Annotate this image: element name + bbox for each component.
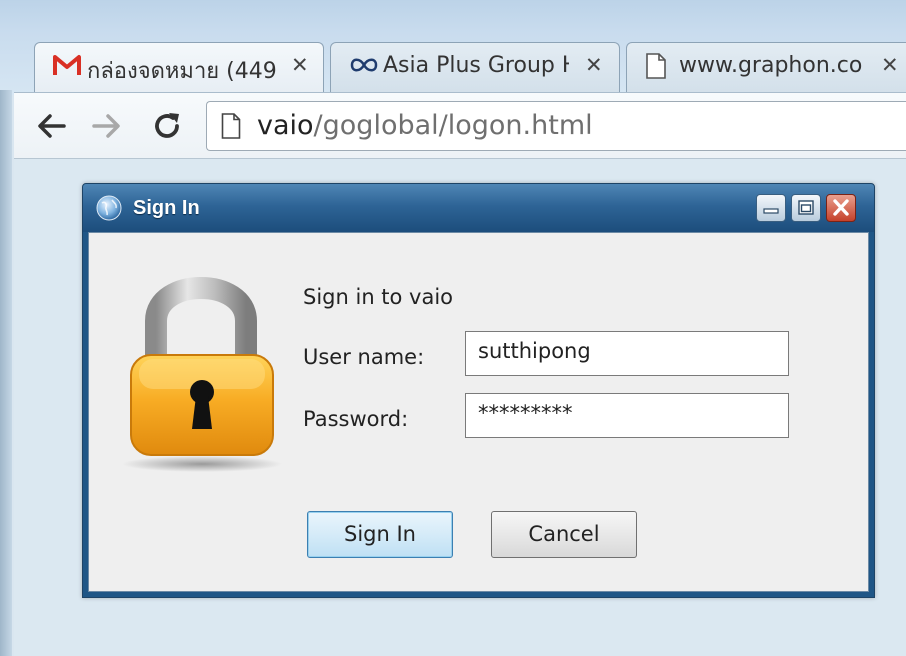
url-path: /goglobal/logon.html bbox=[313, 110, 593, 141]
password-input[interactable]: ********* bbox=[465, 393, 789, 438]
dialog-body: Sign in to vaio User name: Password: sut… bbox=[88, 232, 869, 592]
username-input[interactable]: sutthipong bbox=[465, 331, 789, 376]
tab-gmail[interactable]: กล่องจดหมาย (449) ✕ bbox=[34, 42, 324, 92]
sign-in-button[interactable]: Sign In bbox=[307, 511, 453, 558]
padlock-icon bbox=[119, 259, 289, 493]
globe-icon bbox=[95, 194, 123, 226]
reload-icon bbox=[155, 113, 179, 138]
browser-toolbar: vaio/goglobal/logon.html bbox=[14, 92, 906, 158]
close-icon[interactable]: ✕ bbox=[881, 53, 899, 77]
maximize-button[interactable] bbox=[791, 194, 821, 222]
forward-button[interactable] bbox=[90, 109, 124, 143]
back-arrow-icon bbox=[38, 114, 66, 138]
page-icon bbox=[645, 53, 667, 83]
username-label: User name: bbox=[303, 345, 425, 369]
page-icon bbox=[221, 113, 241, 143]
close-icon[interactable]: ✕ bbox=[585, 53, 603, 77]
tab-label: www.graphon.co bbox=[679, 53, 863, 78]
gmail-icon bbox=[53, 53, 81, 81]
sign-in-prompt: Sign in to vaio bbox=[303, 285, 454, 309]
close-icon bbox=[833, 199, 849, 216]
url-host: vaio bbox=[257, 110, 314, 141]
infinity-icon bbox=[349, 53, 379, 81]
sign-in-dialog: Sign In Sign in to vaio User name: Passw… bbox=[82, 183, 875, 598]
tab-asia-plus[interactable]: Asia Plus Group H ✕ bbox=[330, 42, 620, 92]
close-button[interactable] bbox=[826, 194, 856, 222]
tab-label: Asia Plus Group H bbox=[383, 53, 569, 78]
maximize-icon bbox=[798, 200, 814, 215]
minimize-icon bbox=[763, 208, 779, 214]
close-icon[interactable]: ✕ bbox=[291, 53, 309, 77]
reload-button[interactable] bbox=[150, 109, 184, 143]
minimize-button[interactable] bbox=[756, 194, 786, 222]
back-button[interactable] bbox=[34, 109, 68, 143]
dialog-title: Sign In bbox=[133, 197, 200, 219]
password-label: Password: bbox=[303, 407, 409, 431]
address-bar[interactable]: vaio/goglobal/logon.html bbox=[206, 101, 906, 151]
forward-arrow-icon bbox=[92, 114, 120, 138]
dialog-titlebar[interactable]: Sign In bbox=[83, 184, 874, 232]
tab-graphon[interactable]: www.graphon.co ✕ bbox=[626, 42, 906, 92]
tab-label: กล่องจดหมาย (449) bbox=[87, 59, 277, 84]
cancel-button[interactable]: Cancel bbox=[491, 511, 637, 558]
url-text: vaio/goglobal/logon.html bbox=[257, 110, 593, 141]
window-border bbox=[0, 90, 12, 656]
